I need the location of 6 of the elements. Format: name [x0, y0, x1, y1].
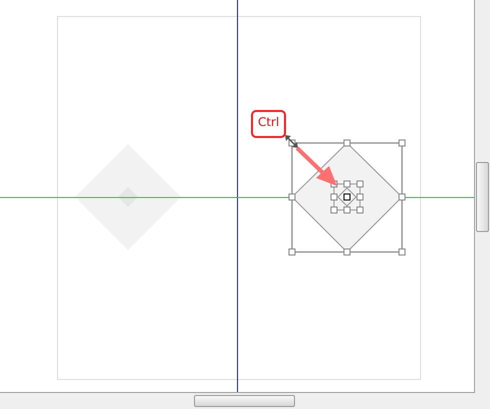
drag-arrow [296, 146, 337, 186]
inner-selection-box[interactable] [330, 180, 364, 214]
vertical-scrollbar-thumb[interactable] [476, 162, 489, 232]
horizontal-scrollbar-thumb[interactable] [194, 395, 295, 407]
resize-cursor-icon [285, 135, 298, 148]
ctrl-key: Ctrl [251, 110, 286, 138]
